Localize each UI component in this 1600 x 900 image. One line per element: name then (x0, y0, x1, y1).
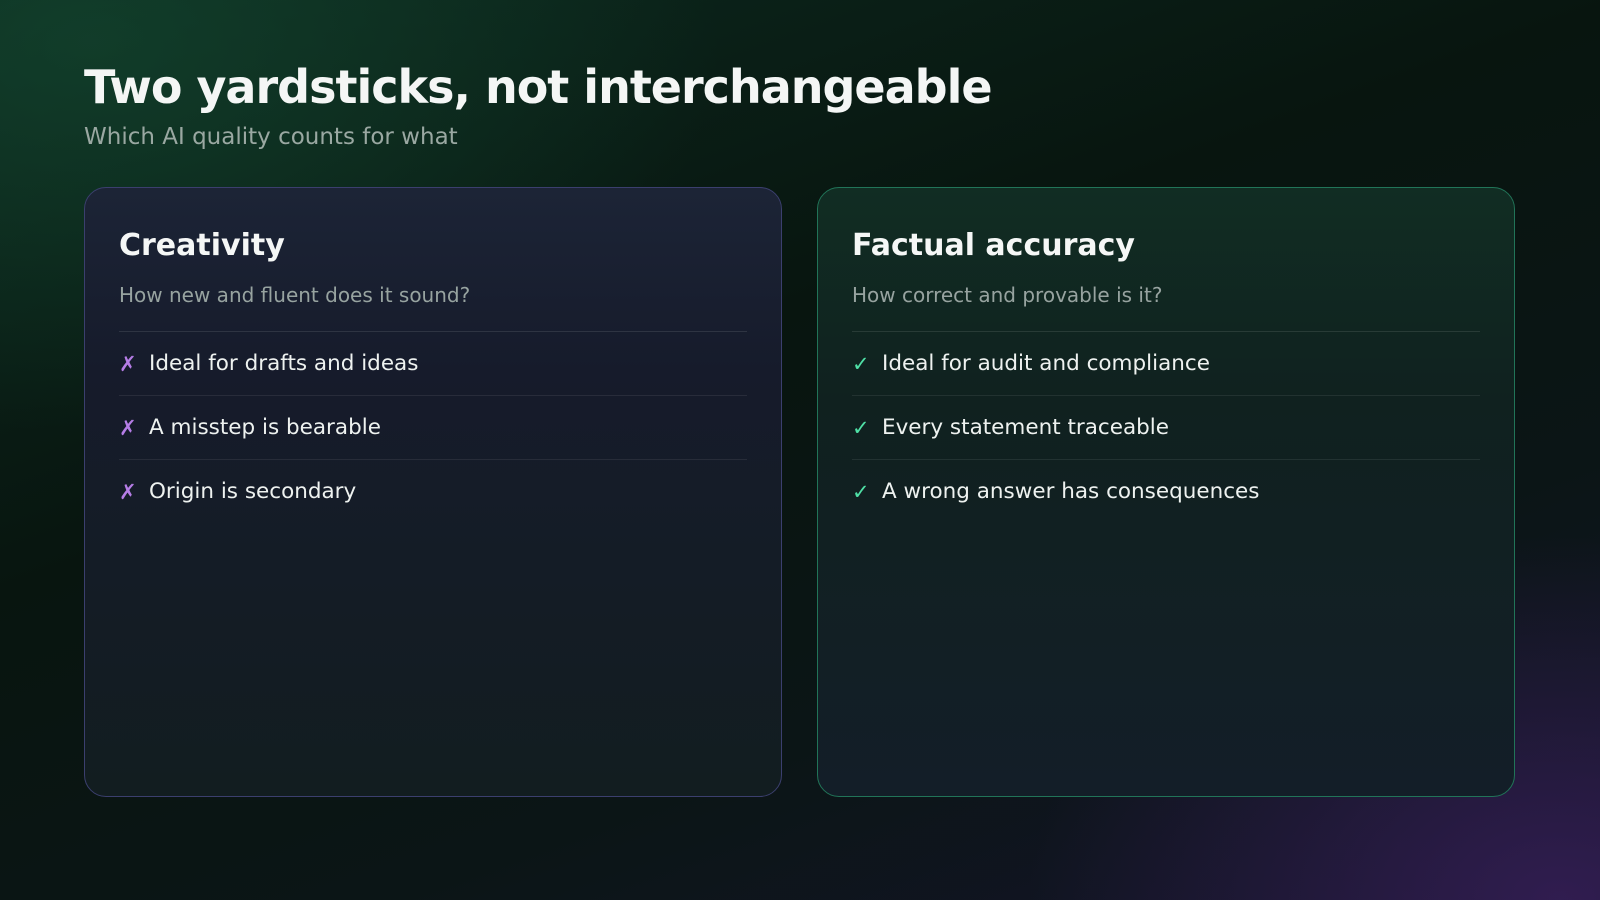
cross-mark-icon: ✗ (119, 351, 137, 376)
list-item: ✓ Ideal for audit and compliance (852, 332, 1480, 396)
list-item-text: Ideal for audit and compliance (882, 351, 1210, 376)
list-item: ✗ Origin is secondary (119, 460, 747, 523)
list-item-text: A misstep is bearable (149, 415, 381, 440)
slide-title: Two yardsticks, not interchangeable (84, 60, 993, 114)
creativity-card: Creativity How new and fluent does it so… (84, 187, 782, 797)
cross-mark-icon: ✗ (119, 415, 137, 440)
list-item: ✗ Ideal for drafts and ideas (119, 332, 747, 396)
check-mark-icon: ✓ (852, 415, 870, 440)
check-mark-icon: ✓ (852, 479, 870, 504)
list-item: ✓ A wrong answer has consequences (852, 460, 1480, 523)
list-item: ✓ Every statement traceable (852, 396, 1480, 460)
list-item-text: Ideal for drafts and ideas (149, 351, 419, 376)
list-item-text: A wrong answer has consequences (882, 479, 1260, 504)
list-item: ✗ A misstep is bearable (119, 396, 747, 460)
check-mark-icon: ✓ (852, 351, 870, 376)
card-title: Creativity (119, 228, 285, 263)
cross-mark-icon: ✗ (119, 479, 137, 504)
list-item-text: Origin is secondary (149, 479, 357, 504)
card-subtitle: How correct and provable is it? (852, 283, 1163, 307)
creativity-list: ✗ Ideal for drafts and ideas ✗ A misstep… (119, 331, 747, 523)
slide: Two yardsticks, not interchangeable Whic… (0, 0, 1600, 900)
factual-accuracy-list: ✓ Ideal for audit and compliance ✓ Every… (852, 331, 1480, 523)
card-subtitle: How new and fluent does it sound? (119, 283, 471, 307)
list-item-text: Every statement traceable (882, 415, 1169, 440)
slide-subtitle: Which AI quality counts for what (84, 124, 458, 150)
factual-accuracy-card: Factual accuracy How correct and provabl… (817, 187, 1515, 797)
card-title: Factual accuracy (852, 228, 1135, 263)
